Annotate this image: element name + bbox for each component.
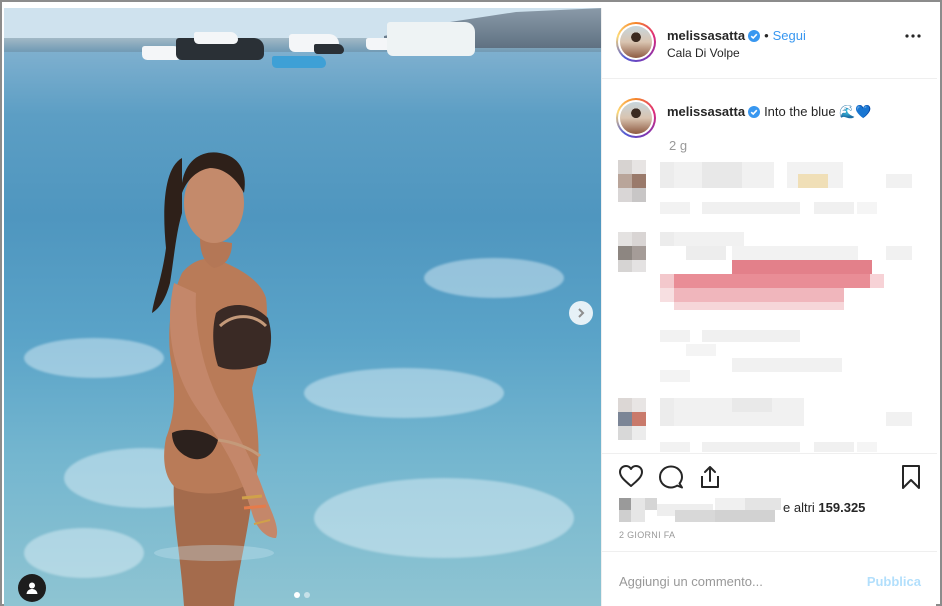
heart-icon[interactable] <box>618 464 644 488</box>
author-avatar[interactable] <box>616 22 656 62</box>
comment-input[interactable]: Aggiungi un commento... <box>619 574 763 589</box>
likes-count[interactable]: 159.325 <box>818 500 865 515</box>
share-icon[interactable] <box>698 464 722 490</box>
action-bar <box>602 453 937 493</box>
carousel-next-button[interactable] <box>569 301 593 325</box>
likes-line[interactable]: e altri 159.325 <box>619 498 865 527</box>
comment-icon[interactable] <box>658 464 684 490</box>
post-location[interactable]: Cala Di Volpe <box>667 46 740 60</box>
author-username[interactable]: melissasatta <box>667 28 745 43</box>
separator-dot: • <box>764 28 769 43</box>
add-comment-bar: Aggiungi un commento... Pubblica <box>602 551 937 606</box>
post-side-panel: melissasatta • Segui Cala Di Volpe melissa… <box>601 8 937 606</box>
pixelated-comment <box>618 398 912 452</box>
post-header: melissasatta • Segui Cala Di Volpe <box>602 8 937 79</box>
pixelated-liker-names <box>619 498 781 522</box>
tagged-users-button[interactable] <box>18 574 46 602</box>
carousel-dot <box>304 592 310 598</box>
carousel-dot <box>294 592 300 598</box>
instagram-post-window: melissasatta • Segui Cala Di Volpe melissa… <box>0 0 942 606</box>
publish-button[interactable]: Pubblica <box>867 574 921 589</box>
verified-badge-icon <box>748 30 761 42</box>
pixelated-comments <box>618 160 912 452</box>
follow-button[interactable]: Segui <box>773 28 806 43</box>
photo-person <box>152 152 278 606</box>
post-timestamp[interactable]: 2 GIORNI FA <box>619 530 675 540</box>
user-icon <box>26 582 38 594</box>
chevron-right-icon <box>578 308 585 318</box>
likes-suffix: e altri <box>783 500 819 515</box>
bookmark-icon[interactable] <box>901 464 921 490</box>
author-line: melissasatta • Segui <box>667 28 806 43</box>
more-options-icon[interactable] <box>905 34 921 38</box>
pixelated-comment <box>618 160 912 214</box>
comments-section: melissasatta Into the blue 🌊💙 2 g <box>602 80 937 452</box>
likes-summary: e altri 159.325 <box>783 500 865 515</box>
pixelated-comment <box>618 232 912 382</box>
carousel-indicator <box>294 592 310 598</box>
post-photo[interactable] <box>4 8 601 606</box>
